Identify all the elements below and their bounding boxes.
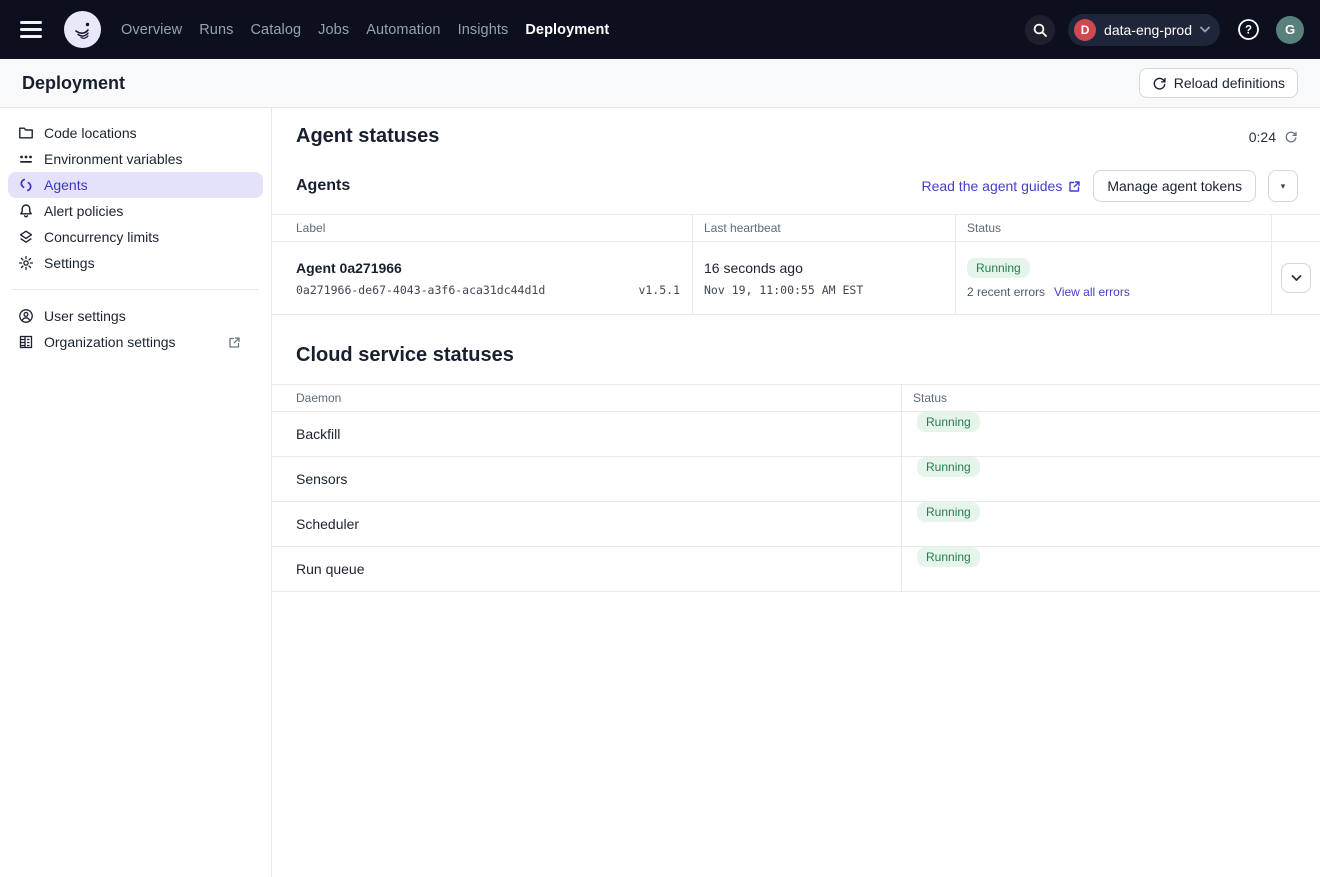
user-circle-icon	[18, 308, 34, 324]
daemon-name: Run queue	[272, 547, 901, 592]
sidebar-item-organization-settings[interactable]: Organization settings	[8, 329, 263, 355]
status-badge: Running	[917, 502, 980, 522]
dagster-logo-icon[interactable]	[64, 11, 101, 48]
svg-text:?: ?	[1244, 25, 1251, 37]
sidebar-item-agents[interactable]: Agents	[8, 172, 263, 198]
daemon-name: Backfill	[272, 412, 901, 457]
col-header-heartbeat: Last heartbeat	[692, 215, 955, 242]
col-header-daemon: Daemon	[272, 385, 901, 412]
daemon-status-cell: Running	[901, 547, 1320, 592]
heartbeat-absolute: Nov 19, 11:00:55 AM EST	[704, 283, 943, 297]
agent-swirl-icon	[18, 177, 34, 193]
agents-table: Label Last heartbeat Status Agent 0a2719…	[272, 214, 1320, 315]
env-vars-icon	[18, 151, 34, 167]
status-badge: Running	[967, 258, 1030, 278]
status-badge: Running	[917, 412, 980, 432]
refresh-countdown: 0:24	[1249, 129, 1298, 145]
daemon-status-cell: Running	[901, 502, 1320, 547]
sidebar-divider	[12, 289, 259, 290]
user-avatar[interactable]: G	[1276, 16, 1304, 44]
deployment-name: data-eng-prod	[1104, 22, 1192, 38]
daemon-name: Scheduler	[272, 502, 901, 547]
nav-catalog[interactable]: Catalog	[250, 22, 301, 38]
section-title-agent-statuses: Agent statuses	[296, 125, 439, 148]
top-nav: Overview Runs Catalog Jobs Automation In…	[0, 0, 1320, 59]
sidebar-item-concurrency-limits[interactable]: Concurrency limits	[8, 224, 263, 250]
col-header-expand	[1271, 215, 1320, 242]
sidebar-item-label: Code locations	[44, 125, 137, 141]
page-title: Deployment	[22, 73, 125, 94]
caret-down-icon: ▾	[1281, 181, 1286, 192]
sidebar-item-label: Agents	[44, 177, 88, 193]
sidebar-item-label: Settings	[44, 255, 95, 271]
sidebar-item-settings[interactable]: Settings	[8, 250, 263, 276]
bell-icon	[18, 203, 34, 219]
nav-insights[interactable]: Insights	[458, 22, 509, 38]
agent-name: Agent 0a271966	[296, 260, 680, 276]
main-content: Agent statuses 0:24 Agents Read the agen…	[272, 108, 1320, 877]
layers-icon	[18, 229, 34, 245]
col-header-label: Label	[272, 215, 692, 242]
agent-uuid: 0a271966-de67-4043-a3f6-aca31dc44d1d	[296, 283, 545, 297]
sidebar-item-label: Concurrency limits	[44, 229, 159, 245]
status-badge: Running	[917, 457, 980, 477]
expand-agent-row-button[interactable]	[1281, 263, 1311, 293]
view-all-errors-link[interactable]: View all errors	[1054, 285, 1130, 299]
agent-label-cell: Agent 0a271966 0a271966-de67-4043-a3f6-a…	[272, 242, 692, 315]
agent-heartbeat-cell: 16 seconds ago Nov 19, 11:00:55 AM EST	[692, 242, 955, 315]
nav-deployment[interactable]: Deployment	[525, 22, 609, 38]
agent-status-cell: Running 2 recent errors View all errors	[955, 242, 1271, 315]
building-icon	[18, 334, 34, 350]
deployment-initial-badge: D	[1074, 19, 1096, 41]
agent-expand-cell	[1271, 242, 1320, 315]
folder-icon	[18, 125, 34, 141]
recent-errors-count: 2 recent errors	[967, 285, 1045, 299]
cloud-services-table: Daemon Status Backfill Running Sensors R…	[272, 384, 1320, 592]
primary-nav: Overview Runs Catalog Jobs Automation In…	[121, 22, 609, 38]
help-icon[interactable]: ?	[1233, 15, 1263, 45]
sidebar-item-label: Organization settings	[44, 334, 176, 350]
page-header: Deployment Reload definitions	[0, 59, 1320, 108]
countdown-value: 0:24	[1249, 129, 1276, 145]
sidebar-item-label: Environment variables	[44, 151, 183, 167]
heartbeat-relative: 16 seconds ago	[704, 260, 943, 276]
sidebar-item-user-settings[interactable]: User settings	[8, 303, 263, 329]
nav-overview[interactable]: Overview	[121, 22, 182, 38]
daemon-status-cell: Running	[901, 412, 1320, 457]
sidebar-item-label: Alert policies	[44, 203, 123, 219]
nav-runs[interactable]: Runs	[199, 22, 233, 38]
nav-automation[interactable]: Automation	[366, 22, 440, 38]
daemon-name: Sensors	[272, 457, 901, 502]
gear-icon	[18, 255, 34, 271]
cloud-service-statuses-heading: Cloud service statuses	[272, 344, 1320, 367]
sidebar-item-alert-policies[interactable]: Alert policies	[8, 198, 263, 224]
nav-jobs[interactable]: Jobs	[318, 22, 349, 38]
agent-guides-link[interactable]: Read the agent guides	[921, 178, 1081, 194]
deployment-switcher[interactable]: D data-eng-prod	[1068, 14, 1220, 46]
deployment-sidebar: Code locations Environment variables Age…	[0, 108, 272, 877]
chevron-down-icon	[1200, 26, 1210, 33]
daemon-status-cell: Running	[901, 457, 1320, 502]
external-link-icon	[1068, 180, 1081, 193]
agent-actions-dropdown-button[interactable]: ▾	[1268, 170, 1298, 202]
manage-agent-tokens-button[interactable]: Manage agent tokens	[1093, 170, 1256, 202]
chevron-down-icon	[1291, 274, 1302, 282]
sidebar-item-label: User settings	[44, 308, 126, 324]
agent-version: v1.5.1	[638, 283, 680, 297]
status-badge: Running	[917, 547, 980, 567]
search-icon[interactable]	[1025, 15, 1055, 45]
agents-heading: Agents	[296, 177, 350, 195]
refresh-icon[interactable]	[1284, 130, 1298, 144]
menu-icon[interactable]	[20, 16, 48, 44]
col-header-status: Status	[901, 385, 1320, 412]
sidebar-item-environment-variables[interactable]: Environment variables	[8, 146, 263, 172]
reload-definitions-button[interactable]: Reload definitions	[1139, 68, 1298, 98]
reload-icon	[1152, 76, 1167, 91]
col-header-status: Status	[955, 215, 1271, 242]
external-link-icon	[228, 336, 241, 349]
sidebar-item-code-locations[interactable]: Code locations	[8, 120, 263, 146]
